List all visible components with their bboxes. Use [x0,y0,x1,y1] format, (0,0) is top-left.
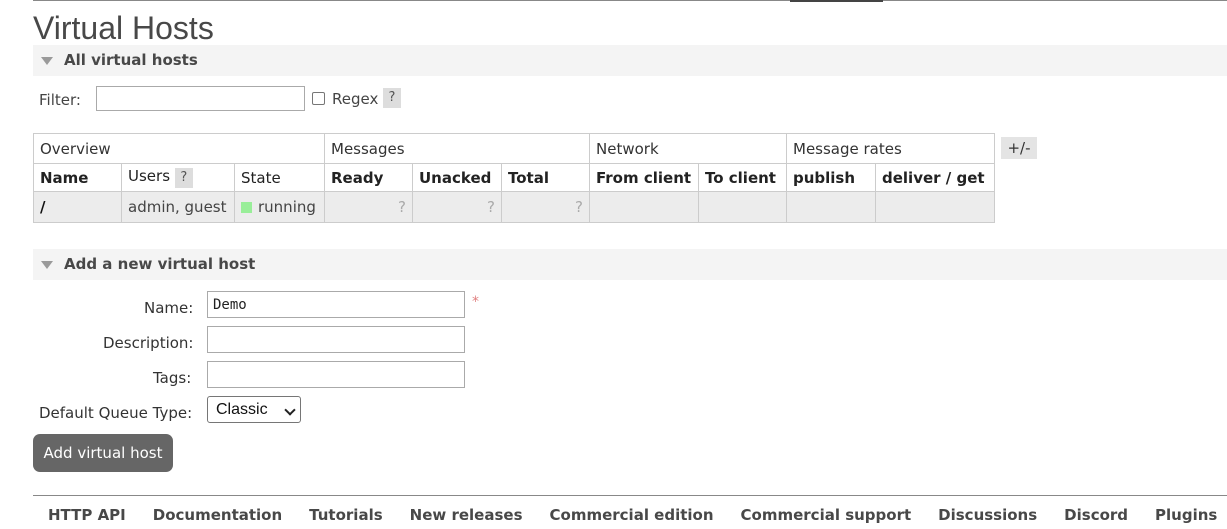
vhost-name-link[interactable]: / [33,191,122,223]
name-input[interactable] [207,291,465,318]
footer-link-tutorials[interactable]: Tutorials [309,506,382,524]
footer-link-commercial-edition[interactable]: Commercial edition [550,506,714,524]
filter-input[interactable] [96,86,305,111]
footer-divider [33,495,1227,496]
columns-toggle-button[interactable]: +/- [1001,137,1037,159]
add-virtual-host-button[interactable]: Add virtual host [33,434,173,472]
column-header-unacked[interactable]: Unacked [412,163,502,192]
description-label: Description: [103,334,194,352]
table-row: / admin, guest running ? ? ? [33,191,995,223]
chevron-down-icon [284,404,296,416]
footer-link-new-releases[interactable]: New releases [410,506,523,524]
column-group-network: Network [589,133,787,164]
all-vhosts-section-toggle[interactable]: All virtual hosts [33,45,1227,76]
vhost-total: ? [501,191,590,223]
vhost-unacked: ? [412,191,502,223]
running-indicator-icon [241,202,252,213]
queue-type-select[interactable]: Classic [207,396,301,423]
footer-link-discord[interactable]: Discord [1064,506,1128,524]
column-header-to-client[interactable]: To client [698,163,787,192]
vhost-users: admin, guest [121,191,235,223]
vhost-ready: ? [324,191,413,223]
collapse-arrow-icon [41,261,53,269]
vhost-state-text: running [258,198,316,216]
vhost-from-client [589,191,699,223]
column-header-state[interactable]: State [234,163,325,192]
footer-link-plugins[interactable]: Plugins [1155,506,1217,524]
tags-input[interactable] [207,361,465,388]
column-group-messages: Messages [324,133,590,164]
column-header-name[interactable]: Name [33,163,122,192]
required-marker: * [472,294,479,310]
tags-label: Tags: [153,369,192,387]
description-input[interactable] [207,326,465,353]
name-label: Name: [144,299,194,317]
footer-links: HTTP API Documentation Tutorials New releas… [48,506,1227,524]
vhost-to-client [698,191,787,223]
filter-label: Filter: [39,91,81,109]
column-header-users: Users ? [121,163,235,192]
column-group-message-rates: Message rates [786,133,995,164]
add-vhost-section-toggle[interactable]: Add a new virtual host [33,249,1227,280]
column-header-from-client[interactable]: From client [589,163,699,192]
footer-link-commercial-support[interactable]: Commercial support [741,506,912,524]
column-header-deliver-get[interactable]: deliver / get [875,163,995,192]
collapse-arrow-icon [41,57,53,65]
regex-label: Regex [332,90,379,108]
queue-type-label: Default Queue Type: [39,404,193,422]
section-title: Add a new virtual host [64,255,256,273]
vhost-publish [786,191,876,223]
queue-type-value: Classic [216,401,268,418]
users-header-label: Users [128,167,171,185]
column-group-overview: Overview [33,133,325,164]
column-header-publish[interactable]: publish [786,163,876,192]
footer-link-documentation[interactable]: Documentation [153,506,282,524]
users-help-icon[interactable]: ? [174,168,193,188]
regex-help-icon[interactable]: ? [383,88,401,108]
footer-link-http-api[interactable]: HTTP API [48,506,126,524]
footer-link-discussions[interactable]: Discussions [938,506,1037,524]
column-header-total[interactable]: Total [501,163,590,192]
column-header-ready[interactable]: Ready [324,163,413,192]
vhost-deliver-get [875,191,995,223]
top-divider [33,0,1227,1]
active-tab-indicator [790,0,883,2]
section-title: All virtual hosts [64,51,198,69]
regex-checkbox[interactable] [312,92,325,105]
vhosts-table: Overview Messages Network Message rates … [33,133,995,223]
vhost-state: running [234,191,325,223]
page-title: Virtual Hosts [33,10,214,46]
